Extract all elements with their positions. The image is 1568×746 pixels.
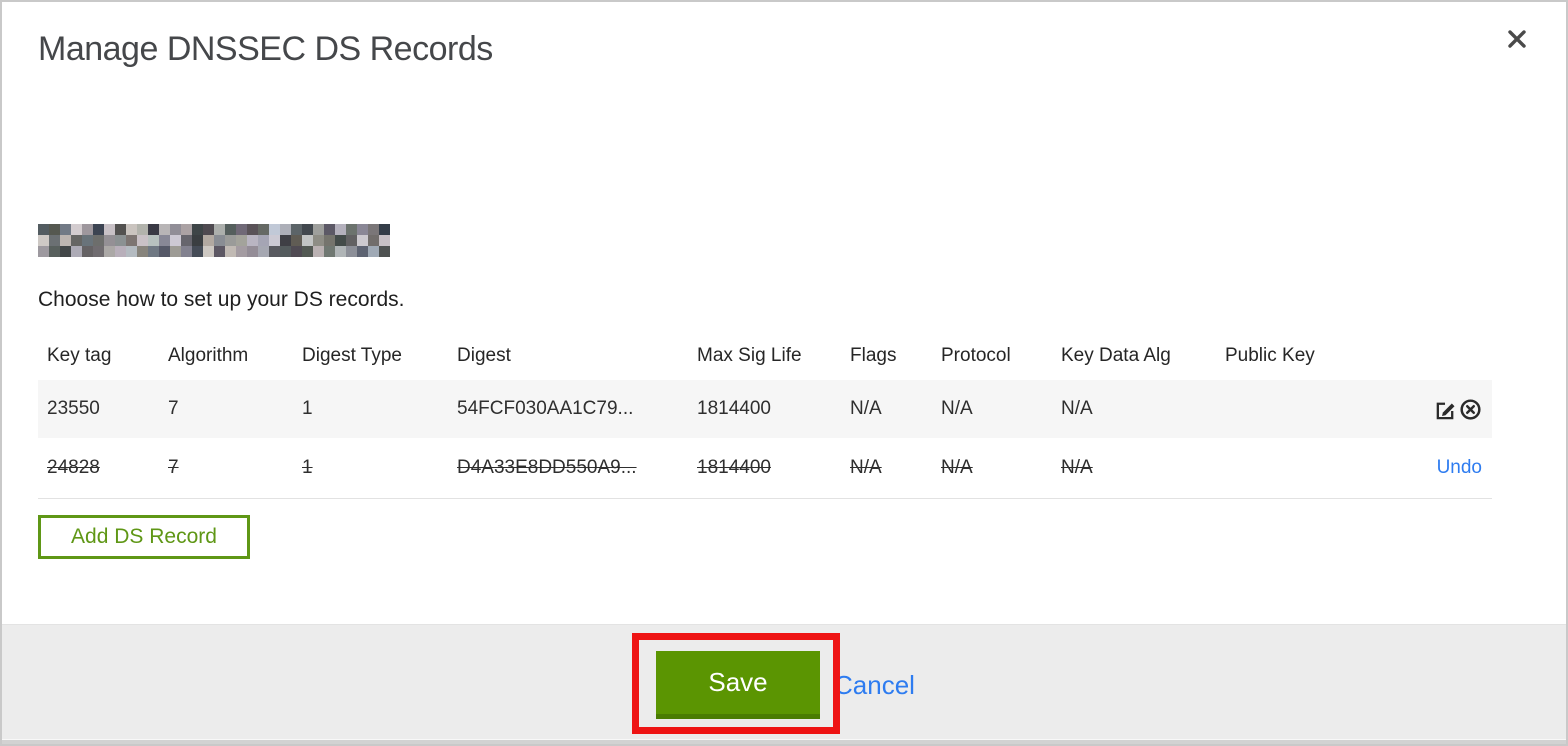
table-row: 23550 7 1 54FCF030AA1C79... 1814400 N/A … xyxy=(38,380,1492,438)
cell-key-tag: 24828 xyxy=(47,456,100,478)
instruction-text: Choose how to set up your DS records. xyxy=(38,288,405,311)
undo-link[interactable]: Undo xyxy=(1437,457,1482,478)
cell-flags: N/A xyxy=(850,398,882,419)
cell-max-sig-life: 1814400 xyxy=(697,398,771,419)
save-button[interactable]: Save xyxy=(656,651,820,719)
cancel-link[interactable]: Cancel xyxy=(834,670,915,701)
delete-record-icon[interactable] xyxy=(1459,398,1482,421)
edit-record-icon[interactable] xyxy=(1434,398,1457,421)
cell-key-data-alg: N/A xyxy=(1061,456,1093,478)
ds-records-table: Key tag Algorithm Digest Type Digest Max… xyxy=(38,332,1492,499)
column-header-flags: Flags xyxy=(850,345,897,366)
table-row-deleted: 24828 7 1 D4A33E8DD550A9... 1814400 N/A … xyxy=(38,438,1492,498)
cell-digest-type: 1 xyxy=(302,398,313,419)
cell-digest: D4A33E8DD550A9... xyxy=(457,456,637,478)
column-header-digest-type: Digest Type xyxy=(302,345,402,366)
cell-key-data-alg: N/A xyxy=(1061,398,1093,419)
close-icon[interactable] xyxy=(1502,24,1532,54)
cell-flags: N/A xyxy=(850,456,882,478)
column-header-digest: Digest xyxy=(457,345,511,366)
domain-name-redacted xyxy=(38,224,390,257)
column-header-max-sig-life: Max Sig Life xyxy=(697,345,802,366)
cell-public-key xyxy=(1216,380,1371,438)
cell-digest: 54FCF030AA1C79... xyxy=(457,398,634,419)
cell-algorithm: 7 xyxy=(168,456,179,478)
column-header-public-key: Public Key xyxy=(1225,345,1315,366)
row-actions xyxy=(1371,380,1492,438)
cell-algorithm: 7 xyxy=(168,398,179,419)
cell-protocol: N/A xyxy=(941,398,973,419)
column-header-key-data-alg: Key Data Alg xyxy=(1061,345,1171,366)
manage-dnssec-modal: Manage DNSSEC DS Records Choose how to s… xyxy=(0,0,1568,746)
column-header-protocol: Protocol xyxy=(941,345,1011,366)
add-ds-record-button[interactable]: Add DS Record xyxy=(38,515,250,559)
page-title: Manage DNSSEC DS Records xyxy=(38,30,493,68)
cell-protocol: N/A xyxy=(941,456,973,478)
column-header-algorithm: Algorithm xyxy=(168,345,249,366)
cell-max-sig-life: 1814400 xyxy=(697,456,771,478)
cell-digest-type: 1 xyxy=(302,456,313,478)
window-bottom-edge xyxy=(2,739,1566,744)
table-header-row: Key tag Algorithm Digest Type Digest Max… xyxy=(38,332,1492,380)
column-header-key-tag: Key tag xyxy=(47,345,112,366)
row-actions: Undo xyxy=(1371,438,1492,498)
column-header-actions xyxy=(1371,332,1492,380)
cell-public-key xyxy=(1216,438,1371,498)
cell-key-tag: 23550 xyxy=(47,398,100,419)
